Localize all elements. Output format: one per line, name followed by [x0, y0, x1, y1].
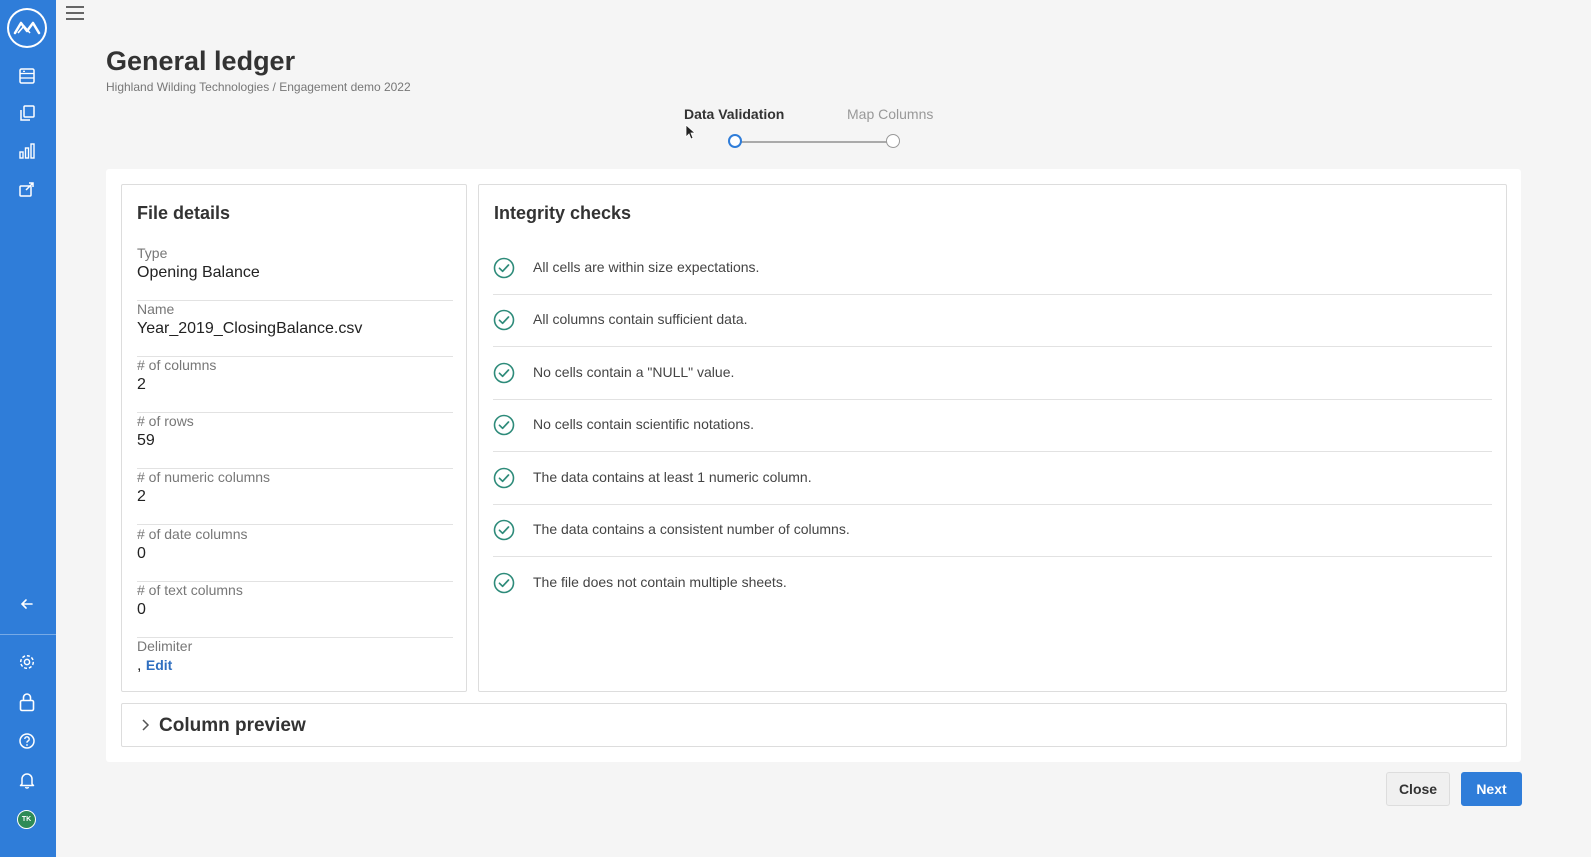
- bell-icon[interactable]: [16, 769, 38, 791]
- integrity-check-row: All cells are within size expectations.: [493, 243, 1492, 295]
- step-dot-active[interactable]: [728, 134, 742, 148]
- field-value: 2: [137, 376, 146, 393]
- field-value: , Edit: [137, 657, 172, 675]
- integrity-check-row: The file does not contain multiple sheet…: [493, 558, 1492, 610]
- close-button[interactable]: Close: [1386, 772, 1450, 806]
- step-dot-inactive[interactable]: [886, 134, 900, 148]
- field-value: Year_2019_ClosingBalance.csv: [137, 320, 363, 337]
- step-data-validation[interactable]: Data Validation: [684, 106, 784, 122]
- database-icon[interactable]: [16, 65, 38, 87]
- next-button[interactable]: Next: [1461, 772, 1522, 806]
- field-label: # of numeric columns: [137, 469, 271, 485]
- field-type: Type Opening Balance: [137, 245, 453, 301]
- integrity-checks-title: Integrity checks: [494, 203, 632, 223]
- integrity-check-text: All cells are within size expectations.: [533, 259, 760, 275]
- mouse-cursor-icon: [685, 124, 695, 140]
- stepper: Data Validation Map Columns: [680, 104, 960, 154]
- field-text-columns: # of text columns 0: [137, 582, 453, 638]
- edit-delimiter-link[interactable]: Edit: [146, 657, 172, 673]
- file-details-title: File details: [137, 203, 231, 223]
- integrity-check-text: No cells contain a "NULL" value.: [533, 364, 735, 380]
- integrity-check-row: No cells contain a "NULL" value.: [493, 348, 1492, 400]
- field-value: Opening Balance: [137, 264, 260, 281]
- field-label: # of date columns: [137, 526, 248, 542]
- gear-icon[interactable]: [16, 651, 38, 673]
- field-value: 0: [137, 545, 146, 562]
- step-map-columns[interactable]: Map Columns: [847, 106, 933, 122]
- field-value: 0: [137, 601, 146, 618]
- sidebar: TK: [0, 0, 56, 857]
- check-circle-icon: [493, 467, 515, 489]
- documents-icon[interactable]: [16, 102, 38, 124]
- check-circle-icon: [493, 519, 515, 541]
- breadcrumb[interactable]: Highland Wilding Technologies / Engageme…: [106, 80, 411, 94]
- field-label: # of text columns: [137, 582, 243, 598]
- integrity-check-row: All columns contain sufficient data.: [493, 295, 1492, 347]
- delimiter-value: ,: [137, 657, 142, 674]
- field-date-columns: # of date columns 0: [137, 526, 453, 582]
- stepper-track: [740, 141, 892, 143]
- integrity-check-row: The data contains a consistent number of…: [493, 505, 1492, 557]
- field-value: 2: [137, 488, 146, 505]
- integrity-checks-panel: Integrity checks All cells are within si…: [478, 184, 1507, 692]
- integrity-check-row: No cells contain scientific notations.: [493, 400, 1492, 452]
- avatar[interactable]: TK: [17, 810, 36, 829]
- page-title: General ledger: [106, 46, 296, 76]
- brand-logo-icon[interactable]: [7, 8, 47, 48]
- field-numeric-columns: # of numeric columns 2: [137, 469, 453, 525]
- check-circle-icon: [493, 572, 515, 594]
- export-icon[interactable]: [16, 178, 38, 200]
- field-label: Type: [137, 245, 168, 261]
- check-circle-icon: [493, 362, 515, 384]
- field-label: # of rows: [137, 413, 194, 429]
- field-delimiter: Delimiter , Edit: [137, 638, 453, 694]
- lock-icon[interactable]: [16, 691, 38, 713]
- field-rows: # of rows 59: [137, 413, 453, 469]
- check-circle-icon: [493, 309, 515, 331]
- bar-chart-icon[interactable]: [16, 140, 38, 162]
- help-icon[interactable]: [16, 730, 38, 752]
- arrow-left-icon[interactable]: [16, 593, 38, 615]
- field-label: Name: [137, 301, 175, 317]
- integrity-check-row: The data contains at least 1 numeric col…: [493, 453, 1492, 505]
- column-preview-title[interactable]: Column preview: [159, 715, 306, 737]
- sidebar-divider: [0, 634, 56, 635]
- integrity-check-text: The data contains a consistent number of…: [533, 521, 850, 537]
- column-preview-accordion[interactable]: Column preview: [121, 703, 1507, 747]
- integrity-check-text: No cells contain scientific notations.: [533, 416, 754, 432]
- integrity-check-text: All columns contain sufficient data.: [533, 311, 748, 327]
- file-details-panel: File details Type Opening Balance Name Y…: [121, 184, 467, 692]
- check-circle-icon: [493, 414, 515, 436]
- hamburger-menu-icon[interactable]: [66, 6, 84, 22]
- check-circle-icon: [493, 257, 515, 279]
- integrity-check-text: The file does not contain multiple sheet…: [533, 574, 787, 590]
- integrity-check-text: The data contains at least 1 numeric col…: [533, 469, 812, 485]
- field-label: Delimiter: [137, 638, 193, 654]
- field-name: Name Year_2019_ClosingBalance.csv: [137, 301, 453, 357]
- field-value: 59: [137, 432, 155, 449]
- field-label: # of columns: [137, 357, 217, 373]
- field-columns: # of columns 2: [137, 357, 453, 413]
- chevron-right-icon[interactable]: [140, 718, 150, 732]
